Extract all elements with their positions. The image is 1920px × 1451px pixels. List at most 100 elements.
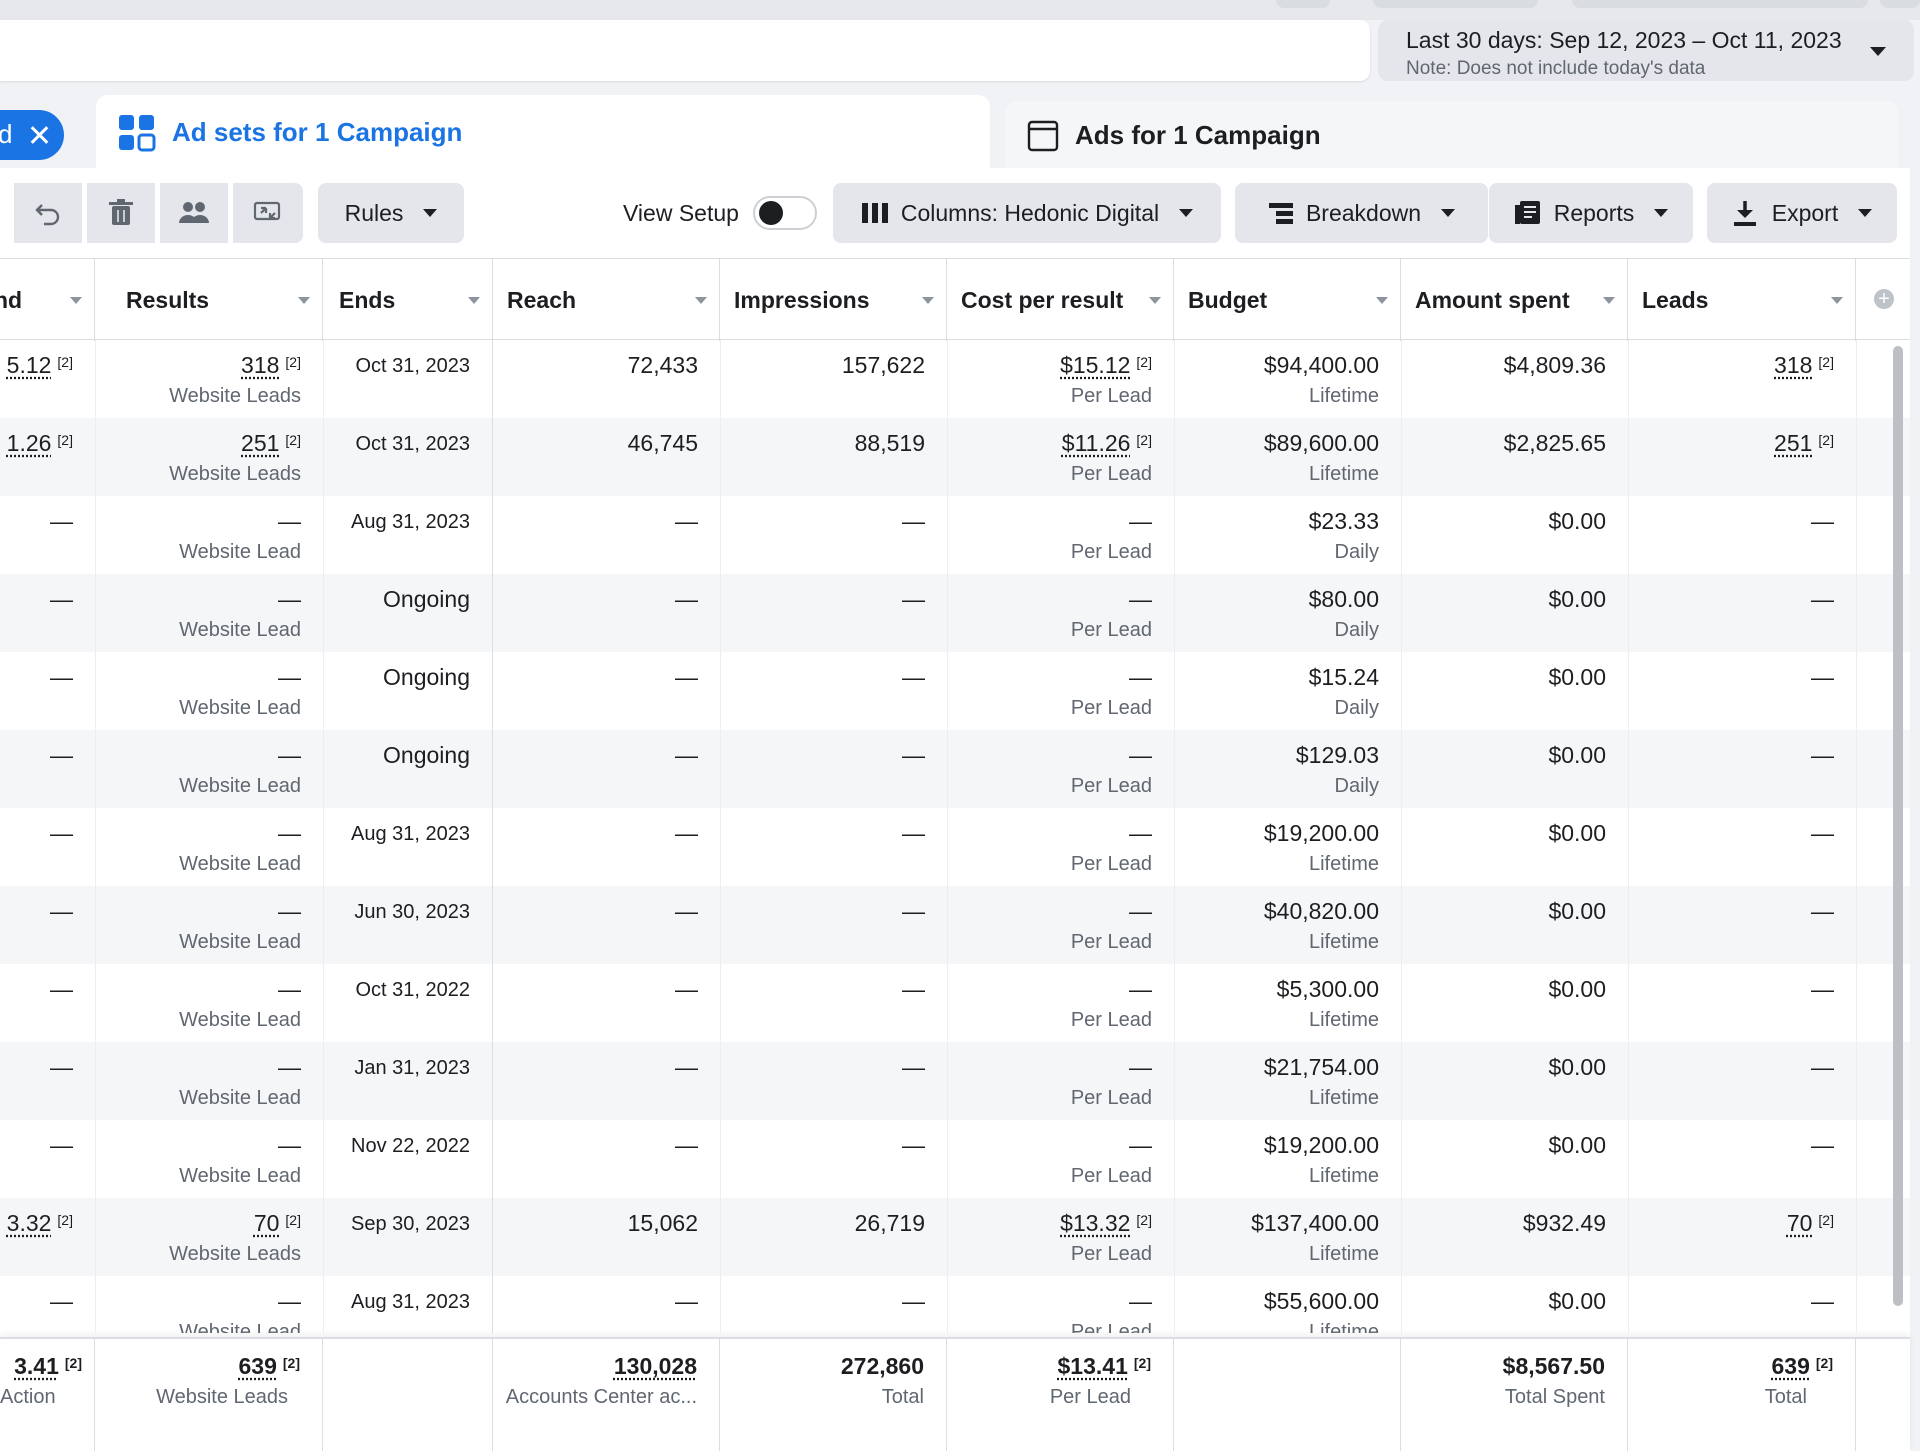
cell-value[interactable]: 251 — [241, 430, 279, 456]
total-reach: 130,028 Accounts Center ac... — [493, 1339, 720, 1451]
cell-value: Aug 31, 2023 — [323, 1291, 470, 1314]
top-ghost-button[interactable] — [1572, 0, 1868, 8]
sort-icon — [1831, 297, 1843, 304]
reach-cell: — — [493, 730, 720, 808]
top-ghost-button[interactable] — [1373, 0, 1538, 8]
cell-value[interactable]: 318 — [1774, 352, 1812, 378]
table-row[interactable]: — — Website Lead Ongoing — — — Per Lead $15.24 Da… — [0, 652, 1910, 730]
tab-ad-sets[interactable]: Ad sets for 1 Campaign — [96, 95, 990, 170]
cell-subtext: Lifetime — [1174, 463, 1379, 486]
undo-button[interactable] — [14, 183, 82, 243]
cell-value: — — [1811, 820, 1834, 846]
column-header-impressions[interactable]: Impressions — [720, 259, 947, 341]
cell-value: — — [278, 742, 301, 768]
export-label: Export — [1772, 200, 1838, 227]
cell-value[interactable]: 70 — [1787, 1210, 1813, 1236]
rules-dropdown[interactable]: Rules — [318, 183, 464, 243]
amount-spent-cell: $0.00 — [1401, 964, 1628, 1042]
cell-value: 26,719 — [855, 1210, 925, 1236]
tab-ads[interactable]: Ads for 1 Campaign — [1005, 101, 1898, 170]
cell-value[interactable]: $15.12 — [1060, 352, 1130, 378]
trash-icon — [108, 199, 134, 227]
date-range-picker[interactable]: Last 30 days: Sep 12, 2023 – Oct 11, 202… — [1378, 20, 1914, 81]
cell-value: — — [1811, 664, 1834, 690]
table-row[interactable]: — — Website Lead Nov 22, 2022 — — — Per Lead $19… — [0, 1120, 1910, 1198]
ab-test-button[interactable] — [233, 183, 303, 243]
table-row[interactable]: — — Website Lead Ongoing — — — Per Lead $80.00 Da… — [0, 574, 1910, 652]
cell-value[interactable]: 1.26 — [7, 430, 52, 456]
columns-dropdown[interactable]: Columns: Hedonic Digital — [833, 183, 1221, 243]
table-row[interactable]: — — Website Lead Jan 31, 2023 — — — Per Lead $21… — [0, 1042, 1910, 1120]
cell-subtext: Website Lead — [95, 697, 301, 720]
impressions-cell: — — [720, 808, 947, 886]
cell-value[interactable]: 318 — [241, 352, 279, 378]
vertical-scrollbar[interactable] — [1893, 346, 1903, 1306]
cell-subtext: Per Lead — [947, 853, 1152, 876]
cell-value: $0.00 — [1548, 1132, 1606, 1158]
search-filter-bar[interactable] — [0, 20, 1370, 81]
cell-value[interactable]: $11.26 — [1062, 430, 1131, 456]
ends-cell: Aug 31, 2023 — [323, 1276, 493, 1333]
total-value[interactable]: 3.41 — [14, 1353, 59, 1379]
column-header-amount-spent[interactable]: Amount spent — [1401, 259, 1628, 341]
table-row[interactable]: — — Website Lead Jun 30, 2023 — — — Per Lead $40… — [0, 886, 1910, 964]
audience-button[interactable] — [160, 183, 228, 243]
column-header-ends[interactable]: Ends — [323, 259, 493, 341]
impressions-cell: — — [720, 964, 947, 1042]
view-setup-toggle[interactable] — [753, 196, 817, 230]
column-header-reach[interactable]: Reach — [493, 259, 720, 341]
table-body: 5.12 [2] 318 [2] Website Leads Oct 31, 2023 72… — [0, 340, 1910, 1333]
top-ghost-button[interactable] — [1276, 0, 1330, 8]
cell-subtext: Lifetime — [1174, 1165, 1379, 1188]
cell-value[interactable]: $13.32 — [1060, 1210, 1130, 1236]
total-value[interactable]: 639 — [239, 1353, 277, 1379]
column-header-cost-per-result[interactable]: Cost per result — [947, 259, 1174, 341]
cell-value[interactable]: 5.12 — [7, 352, 52, 378]
ends-cell: Aug 31, 2023 — [323, 808, 493, 886]
column-header-label: Reach — [507, 287, 576, 314]
table-row[interactable]: 1.26 [2] 251 [2] Website Leads Oct 31, 2023 46… — [0, 418, 1910, 496]
cell-value: — — [278, 820, 301, 846]
add-column-icon[interactable]: + — [1874, 289, 1894, 309]
cell-value[interactable]: 3.32 — [7, 1210, 52, 1236]
delete-button[interactable] — [87, 183, 155, 243]
table-row[interactable]: 5.12 [2] 318 [2] Website Leads Oct 31, 2023 72… — [0, 340, 1910, 418]
cost-per-result-cell: — Per Lead — [947, 496, 1174, 574]
cell-value[interactable]: 70 — [254, 1210, 280, 1236]
total-value[interactable]: 639 — [1772, 1353, 1810, 1379]
reports-dropdown[interactable]: Reports — [1489, 183, 1693, 243]
cost-per-result-cell: — Per Lead — [947, 730, 1174, 808]
export-dropdown[interactable]: Export — [1707, 183, 1897, 243]
column-header-cost-partial[interactable]: nd — [0, 259, 95, 341]
column-header-budget[interactable]: Budget — [1174, 259, 1401, 341]
breakdown-dropdown[interactable]: Breakdown — [1235, 183, 1488, 243]
table-row[interactable]: — — Website Lead Aug 31, 2023 — — — Per Lead $23… — [0, 496, 1910, 574]
column-divider — [1856, 340, 1857, 1333]
column-header-results[interactable]: Results — [95, 259, 323, 341]
cell-value: $0.00 — [1548, 508, 1606, 534]
table-row[interactable]: — — Website Lead Ongoing — — — Per Lead $129.03 D… — [0, 730, 1910, 808]
table-row[interactable]: — — Website Lead Aug 31, 2023 — — — Per Lead $55… — [0, 1276, 1910, 1333]
leads-cell: — — [1628, 574, 1856, 652]
table-row[interactable]: — — Website Lead Oct 31, 2022 — — — Per Lead $5,… — [0, 964, 1910, 1042]
amount-spent-cell: $0.00 — [1401, 1042, 1628, 1120]
close-icon[interactable] — [28, 124, 50, 146]
footnote: [2] — [285, 432, 301, 448]
column-header-leads[interactable]: Leads — [1628, 259, 1856, 341]
cell-value: Aug 31, 2023 — [323, 823, 470, 846]
impressions-cell: — — [720, 886, 947, 964]
cell-value[interactable]: 251 — [1774, 430, 1812, 456]
top-ghost-button[interactable] — [1880, 0, 1920, 8]
table-row[interactable]: — — Website Lead Aug 31, 2023 — — — Per Lead $19… — [0, 808, 1910, 886]
total-subtext: Total — [720, 1386, 924, 1409]
column-divider — [947, 340, 948, 1333]
total-value[interactable]: $13.41 — [1058, 1353, 1128, 1379]
cost-partial-cell: — — [0, 496, 95, 574]
column-header-label: Cost per result — [961, 287, 1123, 314]
table-row[interactable]: 3.32 [2] 70 [2] Website Leads Sep 30, 2023 15,… — [0, 1198, 1910, 1276]
total-value[interactable]: 130,028 — [614, 1353, 697, 1379]
cell-subtext: Website Lead — [95, 1087, 301, 1110]
filter-chip[interactable]: d — [0, 110, 64, 160]
cell-value: 72,433 — [628, 352, 698, 378]
column-header-label: Results — [126, 287, 209, 314]
